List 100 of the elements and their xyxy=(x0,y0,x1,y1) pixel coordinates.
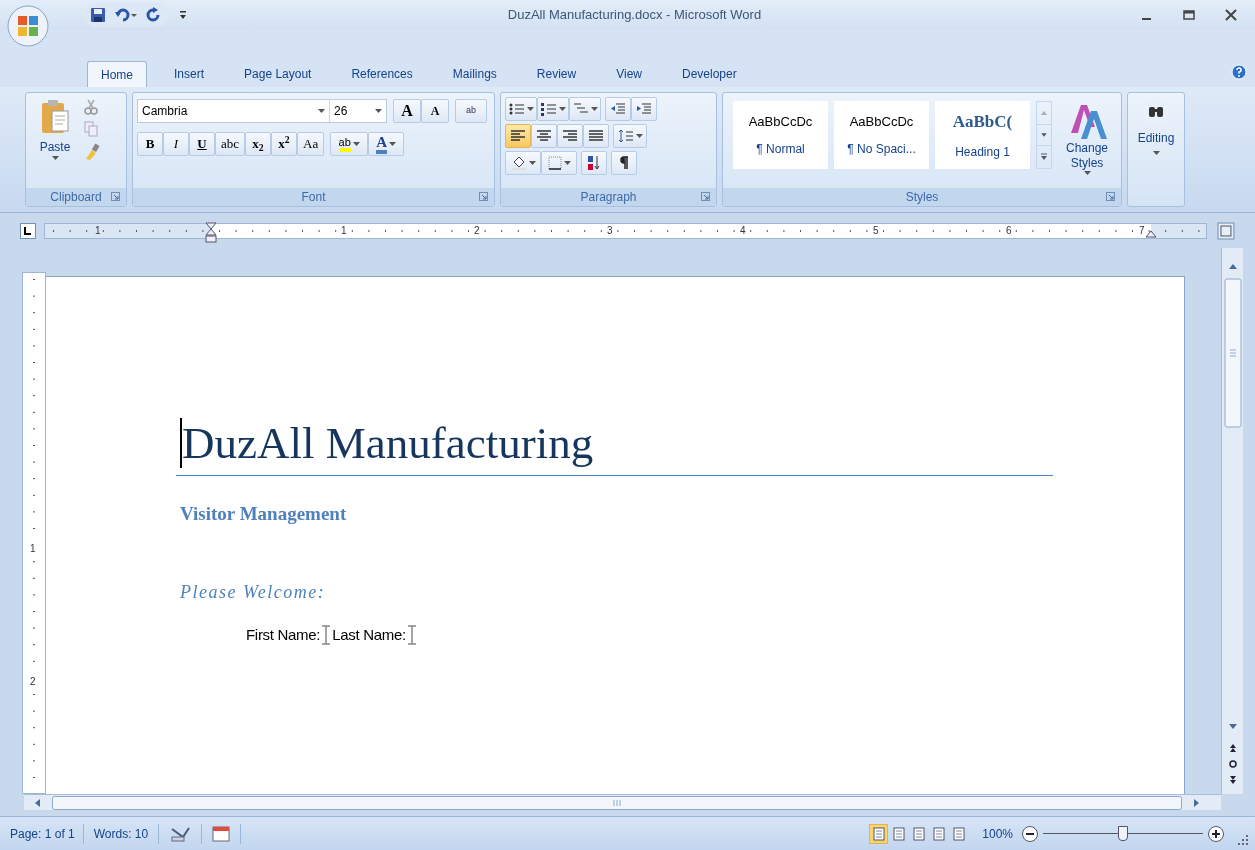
text-cursor xyxy=(180,418,182,468)
word-count[interactable]: Words: 10 xyxy=(83,824,159,843)
line-spacing-button[interactable] xyxy=(613,124,647,148)
alignment-button[interactable] xyxy=(505,124,531,148)
dialog-launcher-icon[interactable] xyxy=(479,192,488,201)
redo-icon[interactable] xyxy=(146,7,162,23)
reading-icon xyxy=(891,826,906,841)
bullets-button[interactable] xyxy=(505,97,537,121)
field-placeholder-icon[interactable] xyxy=(406,624,417,645)
align-center-icon xyxy=(536,129,552,143)
ruler-number: 2 xyxy=(473,223,480,238)
scroll-thumb[interactable] xyxy=(1223,278,1242,428)
group-label: Clipboard xyxy=(50,189,102,206)
web-layout-icon xyxy=(911,826,926,841)
help-icon[interactable] xyxy=(1231,64,1247,80)
zoom-in-icon[interactable] xyxy=(1207,824,1225,843)
field-label: Last Name: xyxy=(332,624,406,645)
ruler-number: 1 xyxy=(94,223,101,238)
line-spacing-icon xyxy=(617,129,634,143)
ribbon-tab[interactable]: References xyxy=(338,61,426,87)
scroll-down-icon[interactable] xyxy=(1037,124,1051,146)
tab-selector-icon[interactable] xyxy=(20,222,36,239)
ruler-number: 4 xyxy=(739,223,746,238)
shrink-font-button[interactable]: A xyxy=(421,99,449,123)
ribbon-tab[interactable]: Review xyxy=(523,61,590,87)
caret-icon xyxy=(1152,151,1160,156)
caret-icon xyxy=(51,156,59,161)
zoom-slider[interactable] xyxy=(1043,824,1203,843)
format-button[interactable]: x$_{2}$ xyxy=(245,132,272,156)
paste-button[interactable]: Paste xyxy=(30,97,80,175)
right-indent-marker[interactable] xyxy=(1144,229,1157,238)
alignment-button[interactable] xyxy=(531,124,557,148)
increase-indent-icon-button[interactable] xyxy=(631,97,657,121)
maximize-icon[interactable] xyxy=(1183,9,1195,21)
zoom-out-icon[interactable] xyxy=(1021,824,1039,843)
zoom-level[interactable]: 100% xyxy=(982,824,1013,843)
ruler-number: 2 xyxy=(30,676,36,688)
ruler-number: 5 xyxy=(872,223,879,238)
ruler-number: 7 xyxy=(1138,223,1145,238)
decrease-indent-icon xyxy=(610,102,626,116)
caret-icon xyxy=(563,160,571,166)
ribbon-tab[interactable]: Mailings xyxy=(439,61,510,87)
draft-icon xyxy=(951,826,966,841)
slider-thumb[interactable] xyxy=(1118,825,1128,841)
ruler-number: 1 xyxy=(30,543,36,555)
group-label: Font xyxy=(301,189,326,206)
caret-icon xyxy=(590,106,598,112)
field-placeholder-icon[interactable] xyxy=(321,624,332,645)
sort-icon xyxy=(587,155,601,171)
page-count[interactable]: Page: 1 of 1 xyxy=(2,824,83,843)
view-button[interactable] xyxy=(869,823,889,844)
dialog-launcher-icon[interactable] xyxy=(1106,192,1115,201)
ribbon-tab[interactable]: View xyxy=(603,61,655,87)
font-color-button[interactable]: A xyxy=(368,132,405,156)
caret-icon xyxy=(528,160,536,166)
shading-button[interactable] xyxy=(505,151,541,175)
format-button[interactable]: B xyxy=(137,132,163,156)
format-painter-icon[interactable] xyxy=(84,143,100,161)
format-button[interactable]: I xyxy=(163,132,189,156)
borders-button[interactable] xyxy=(541,151,577,175)
ruler-number: 1 xyxy=(340,223,347,238)
format-button[interactable]: Aa xyxy=(297,132,325,156)
dialog-launcher-icon[interactable] xyxy=(111,192,120,201)
grow-font-button[interactable]: A xyxy=(393,99,421,123)
bullets-icon xyxy=(508,102,525,116)
ribbon-tab[interactable]: Insert xyxy=(161,61,218,87)
style-gallery-item[interactable]: AaBbCcDc ¶ Normal xyxy=(733,101,828,169)
indent-marker[interactable] xyxy=(204,221,217,244)
customize-toolbar-icon[interactable] xyxy=(178,10,188,20)
format-button[interactable]: abc xyxy=(215,132,246,156)
multilevel-list-button[interactable] xyxy=(569,97,601,121)
ribbon-tab[interactable]: Page Layout xyxy=(231,61,325,87)
ruler-number: 3 xyxy=(606,223,613,238)
ribbon-tab[interactable]: Home xyxy=(87,61,147,87)
show-formatting-button[interactable] xyxy=(611,151,637,175)
close-icon[interactable] xyxy=(1225,9,1237,21)
decrease-indent-button[interactable] xyxy=(605,97,631,121)
numbering-button[interactable] xyxy=(537,97,569,121)
scroll-thumb[interactable] xyxy=(52,795,1182,810)
clipboard-icon xyxy=(40,99,70,135)
format-button[interactable]: x$^{2}$ xyxy=(271,132,298,156)
caret-icon xyxy=(635,133,643,139)
alignment-button[interactable] xyxy=(583,124,609,148)
document-heading: Please Welcome: xyxy=(180,580,327,604)
caret-icon xyxy=(558,106,566,112)
save-icon[interactable] xyxy=(90,7,106,23)
alignment-button[interactable] xyxy=(557,124,583,148)
undo-icon[interactable] xyxy=(114,7,138,23)
highlight-button[interactable]: ab xyxy=(330,132,369,156)
change-styles-button[interactable]: Change Styles xyxy=(1058,101,1116,181)
macro-recording-icon[interactable] xyxy=(212,825,231,842)
dialog-launcher-icon[interactable] xyxy=(701,192,710,201)
document-subtitle: Visitor Management xyxy=(180,502,348,526)
justify-icon xyxy=(588,129,604,143)
style-gallery-item[interactable]: AaBbCcDc ¶ No Spaci... xyxy=(834,101,929,169)
style-gallery-item[interactable]: AaBbC( Heading 1 xyxy=(935,101,1030,169)
format-button[interactable]: U xyxy=(189,132,215,156)
sort-button[interactable] xyxy=(581,151,607,175)
ribbon-tab[interactable]: Developer xyxy=(668,61,750,87)
clear-formatting-button[interactable]: ab xyxy=(455,99,487,123)
